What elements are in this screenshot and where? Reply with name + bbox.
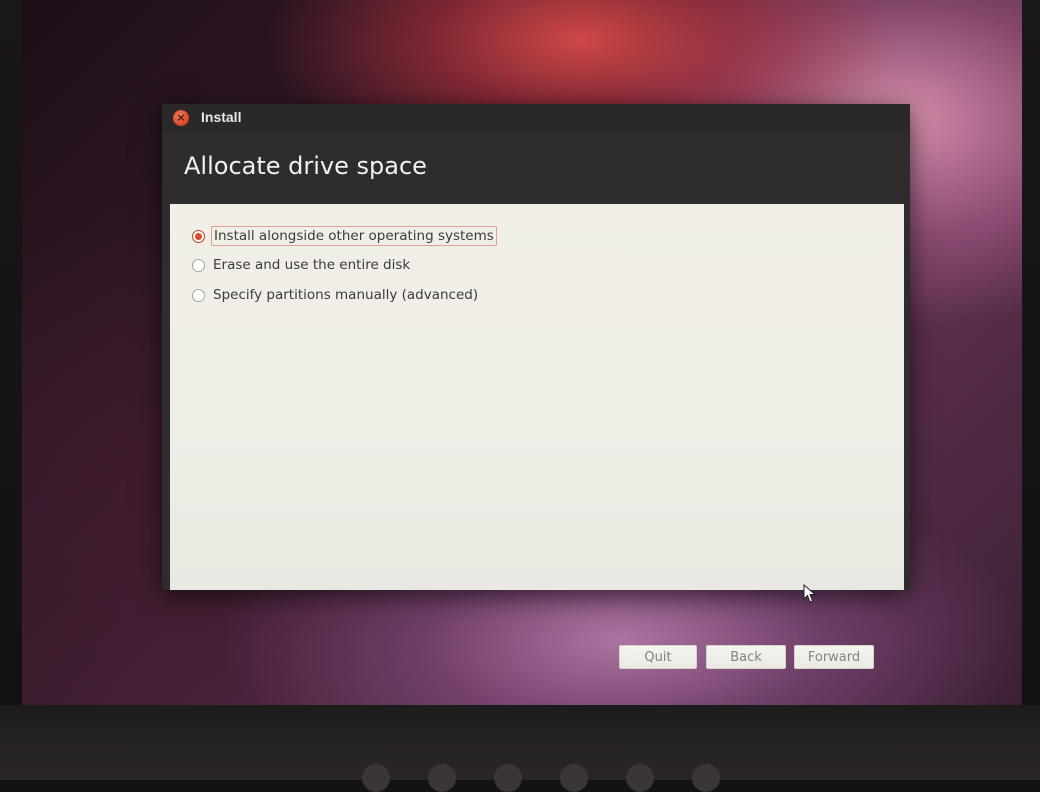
page-title: Allocate drive space xyxy=(184,152,427,180)
option-label: Specify partitions manually (advanced) xyxy=(213,287,479,303)
option-label: Erase and use the entire disk xyxy=(213,257,411,273)
monitor-button[interactable] xyxy=(428,764,456,792)
window-title: Install xyxy=(201,109,242,125)
option-erase-disk[interactable]: Erase and use the entire disk xyxy=(192,255,412,275)
forward-button[interactable]: Forward xyxy=(794,645,874,669)
radio-button[interactable] xyxy=(192,288,205,302)
mouse-pointer-icon xyxy=(803,584,817,603)
monitor-button[interactable] xyxy=(560,764,588,792)
monitor-button[interactable] xyxy=(494,764,522,792)
option-install-alongside[interactable]: Install alongside other operating system… xyxy=(192,226,497,246)
option-manual-partitions[interactable]: Specify partitions manually (advanced) xyxy=(192,285,480,305)
installer-window: × Install Allocate drive space Install a… xyxy=(162,104,910,669)
close-icon[interactable]: × xyxy=(173,110,189,126)
monitor-button[interactable] xyxy=(692,764,720,792)
content-area: Install alongside other operating system… xyxy=(170,204,904,669)
monitor-button[interactable] xyxy=(626,764,654,792)
radio-button[interactable] xyxy=(192,258,205,272)
back-button[interactable]: Back xyxy=(706,645,786,669)
radio-button-selected[interactable] xyxy=(192,229,205,243)
quit-button[interactable]: Quit xyxy=(619,645,697,669)
monitor-bezel xyxy=(0,705,1040,780)
option-label: Install alongside other operating system… xyxy=(211,226,497,246)
page-header: Allocate drive space xyxy=(162,132,910,204)
monitor-button[interactable] xyxy=(362,764,390,792)
window-titlebar: × Install xyxy=(162,104,910,132)
